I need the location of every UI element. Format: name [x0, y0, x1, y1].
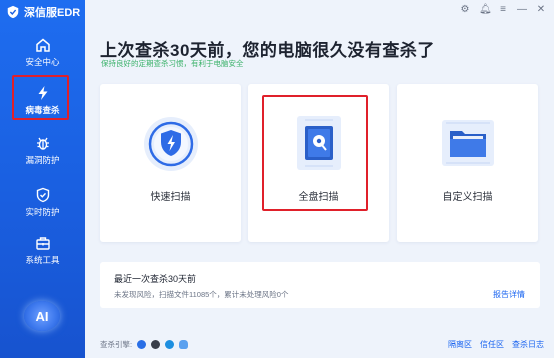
custom-scan-card[interactable]: 自定义扫描: [397, 84, 538, 242]
page-subtitle: 保持良好的定期查杀习惯，有利于电脑安全: [101, 59, 244, 68]
ai-assistant-button[interactable]: AI: [24, 301, 60, 331]
lightning-icon: [38, 85, 47, 100]
engine-2-icon[interactable]: [151, 340, 161, 349]
bell-icon[interactable]: 🔔︎: [479, 4, 492, 16]
footer-links: 隔离区 信任区 查杀日志: [448, 339, 544, 350]
sidebar-item-system-tools[interactable]: 系统工具: [6, 228, 79, 272]
home-icon: [35, 38, 50, 52]
sidebar-item-virus-scan[interactable]: 病毒查杀: [6, 78, 79, 122]
gear-icon[interactable]: ⚙: [460, 4, 470, 16]
sidebar-item-label: 安全中心: [25, 56, 60, 67]
custom-scan-label: 自定义扫描: [442, 192, 493, 203]
toolbox-icon: [35, 236, 50, 250]
sidebar-item-vuln-protection[interactable]: 漏洞防护: [6, 128, 79, 172]
custom-scan-folder-icon: [441, 120, 494, 166]
menu-icon[interactable]: ≡: [498, 4, 508, 16]
sidebar-item-label: 实时防护: [25, 206, 60, 217]
summary-description: 未发现风险，扫描文件11085个，累计未处理风险0个: [114, 290, 289, 299]
summary-title: 最近一次查杀30天前: [114, 274, 197, 284]
sidebar-item-label: 病毒查杀: [25, 104, 60, 115]
quarantine-link[interactable]: 隔离区: [448, 339, 472, 350]
shield-icon: [36, 187, 49, 202]
engine-label: 查杀引擎:: [100, 340, 133, 349]
scan-log-link[interactable]: 查杀日志: [512, 339, 544, 350]
scan-engines: 查杀引擎:: [100, 339, 189, 350]
full-scan-disk-icon: [296, 116, 341, 170]
trust-zone-link[interactable]: 信任区: [480, 339, 504, 350]
full-scan-label: 全盘扫描: [298, 192, 339, 203]
cloud-engine-icon[interactable]: [179, 340, 189, 349]
window-controls: ⚙ 🔔︎ ≡ — ✕: [460, 4, 546, 16]
shield-logo-icon: [7, 5, 19, 19]
quick-scan-card[interactable]: 快速扫描: [100, 84, 241, 242]
engine-1-icon[interactable]: [137, 340, 147, 349]
quick-scan-label: 快速扫描: [150, 192, 191, 203]
full-scan-card[interactable]: 全盘扫描: [248, 84, 389, 242]
quick-scan-shield-icon: [143, 117, 198, 171]
close-icon[interactable]: ✕: [536, 4, 546, 16]
sidebar-item-label: 漏洞防护: [25, 154, 60, 165]
sidebar-item-realtime-protection[interactable]: 实时防护: [6, 180, 79, 224]
sidebar-item-security-center[interactable]: 安全中心: [6, 30, 79, 74]
minimize-icon[interactable]: —: [517, 4, 527, 16]
engine-3-icon[interactable]: [165, 340, 175, 349]
sidebar: 深信服EDR 安全中心 病毒查杀 漏洞防护 实时防护 系统工具 AI: [0, 0, 85, 358]
last-scan-summary: 最近一次查杀30天前 未发现风险，扫描文件11085个，累计未处理风险0个 报告…: [100, 262, 540, 308]
sidebar-item-label: 系统工具: [25, 254, 60, 265]
bug-icon: [36, 137, 49, 150]
app-title: 深信服EDR: [24, 7, 81, 19]
brand: 深信服EDR: [6, 4, 80, 20]
report-details-link[interactable]: 报告详情: [493, 289, 525, 300]
